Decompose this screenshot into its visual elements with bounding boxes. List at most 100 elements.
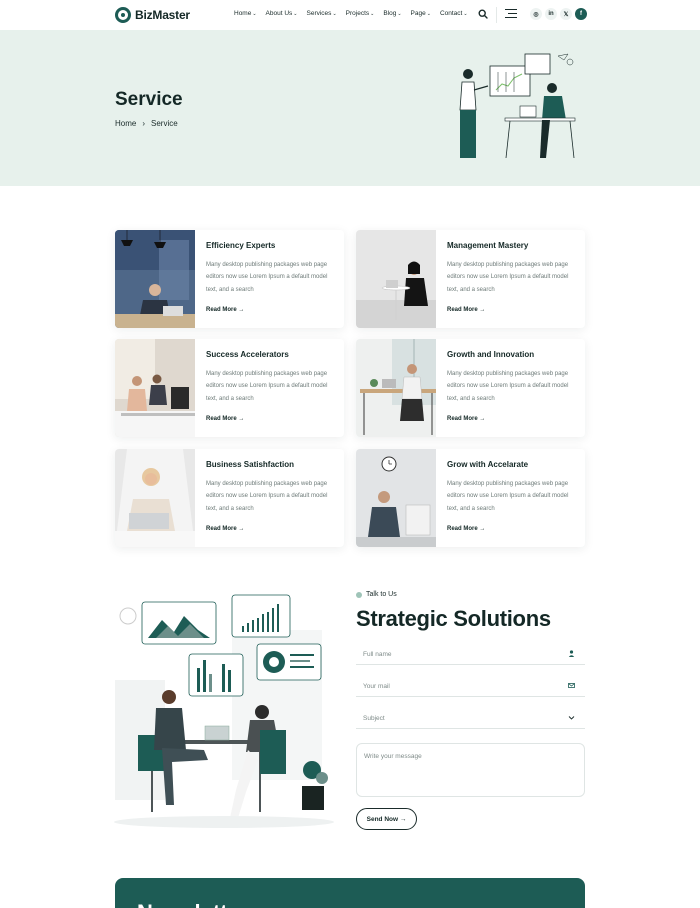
nav-label: Services bbox=[306, 10, 332, 17]
chevron-down-icon: ⌄ bbox=[397, 11, 402, 17]
subject-field bbox=[356, 707, 585, 729]
link-label: Read More bbox=[206, 307, 237, 313]
link-label: Read More bbox=[206, 416, 237, 422]
chevron-down-icon: ⌄ bbox=[252, 11, 257, 17]
service-title: Growth and Innovation bbox=[447, 350, 535, 359]
breadcrumb: Home › Service bbox=[115, 119, 178, 128]
main-nav: Home⌄ About Us⌄ Services⌄ Projects⌄ Blog… bbox=[234, 10, 468, 17]
hamburger-icon[interactable] bbox=[505, 9, 517, 19]
link-label: Read More bbox=[447, 526, 478, 532]
nav-label: Contact bbox=[439, 10, 463, 17]
nav-item-services[interactable]: Services⌄ bbox=[307, 10, 337, 17]
read-more-link[interactable]: Read More → bbox=[447, 307, 485, 313]
eyebrow-text: Talk to Us bbox=[366, 591, 397, 598]
breadcrumb-current: Service bbox=[151, 119, 178, 128]
service-card[interactable]: Business Satishfaction Many desktop publ… bbox=[115, 449, 344, 547]
subject-select[interactable] bbox=[356, 708, 585, 729]
arrow-right-icon: → bbox=[238, 307, 245, 313]
service-description: Many desktop publishing packages web pag… bbox=[447, 371, 569, 402]
read-more-link[interactable]: Read More → bbox=[206, 526, 244, 532]
nav-label: Home bbox=[234, 10, 252, 17]
service-description: Many desktop publishing packages web pag… bbox=[447, 262, 569, 293]
link-label: Read More bbox=[206, 526, 237, 532]
section-eyebrow: Talk to Us bbox=[356, 591, 397, 598]
service-card[interactable]: Efficiency Experts Many desktop publishi… bbox=[115, 230, 344, 328]
service-card[interactable]: Management Mastery Many desktop publishi… bbox=[356, 230, 585, 328]
user-icon bbox=[568, 650, 575, 657]
service-title: Success Accelerators bbox=[206, 350, 289, 359]
nav-label: About Us bbox=[265, 10, 293, 17]
service-description: Many desktop publishing packages web pag… bbox=[447, 481, 569, 512]
arrow-right-icon: → bbox=[479, 416, 486, 422]
service-title: Efficiency Experts bbox=[206, 241, 276, 250]
instagram-icon[interactable]: ◎ bbox=[530, 8, 542, 20]
full-name-field bbox=[356, 643, 585, 665]
message-field bbox=[356, 743, 585, 797]
service-title: Management Mastery bbox=[447, 241, 529, 250]
read-more-link[interactable]: Read More → bbox=[206, 307, 244, 313]
service-title: Business Satishfaction bbox=[206, 460, 295, 469]
read-more-link[interactable]: Read More → bbox=[447, 526, 485, 532]
newsletter-title: Newsletter bbox=[137, 900, 248, 908]
service-photo bbox=[356, 230, 436, 328]
chevron-down-icon: ⌄ bbox=[293, 11, 298, 17]
service-description: Many desktop publishing packages web pag… bbox=[206, 262, 328, 293]
read-more-link[interactable]: Read More → bbox=[206, 416, 244, 422]
brand-logo[interactable]: BizMaster bbox=[115, 7, 190, 23]
service-card[interactable]: Success Accelerators Many desktop publis… bbox=[115, 339, 344, 437]
chevron-down-icon: ⌄ bbox=[370, 11, 375, 17]
brand-name: BizMaster bbox=[135, 8, 190, 22]
service-photo bbox=[115, 449, 195, 547]
arrow-right-icon: → bbox=[238, 526, 245, 532]
mail-icon bbox=[568, 683, 575, 688]
meeting-illustration bbox=[114, 594, 334, 828]
service-title: Grow with Accelarate bbox=[447, 460, 529, 469]
email-input[interactable] bbox=[356, 676, 585, 697]
x-icon[interactable]: 𝕏 bbox=[560, 8, 572, 20]
nav-label: Blog bbox=[383, 10, 397, 17]
site-header: BizMaster Home⌄ About Us⌄ Services⌄ Proj… bbox=[0, 0, 700, 30]
nav-label: Projects bbox=[345, 10, 370, 17]
service-description: Many desktop publishing packages web pag… bbox=[206, 481, 328, 512]
page-hero: Service Home › Service bbox=[0, 30, 700, 186]
nav-item-projects[interactable]: Projects⌄ bbox=[346, 10, 375, 17]
service-photo bbox=[356, 449, 436, 547]
arrow-right-icon: → bbox=[479, 526, 486, 532]
service-card[interactable]: Growth and Innovation Many desktop publi… bbox=[356, 339, 585, 437]
service-photo bbox=[356, 339, 436, 437]
service-description: Many desktop publishing packages web pag… bbox=[206, 371, 328, 402]
nav-item-home[interactable]: Home⌄ bbox=[234, 10, 257, 17]
page-title: Service bbox=[115, 89, 183, 110]
service-photo bbox=[115, 339, 195, 437]
link-label: Read More bbox=[447, 307, 478, 313]
nav-item-page[interactable]: Page⌄ bbox=[411, 10, 431, 17]
email-field bbox=[356, 675, 585, 697]
hero-illustration bbox=[459, 53, 576, 159]
header-divider bbox=[496, 7, 497, 23]
service-photo bbox=[115, 230, 195, 328]
breadcrumb-separator: › bbox=[142, 119, 146, 128]
social-links: ◎ in 𝕏 f bbox=[530, 8, 587, 20]
read-more-link[interactable]: Read More → bbox=[447, 416, 485, 422]
send-now-button[interactable]: Send Now → bbox=[356, 808, 417, 830]
full-name-input[interactable] bbox=[356, 644, 585, 665]
search-icon[interactable] bbox=[478, 9, 488, 19]
chevron-down-icon: ⌄ bbox=[426, 11, 431, 17]
arrow-right-icon: → bbox=[238, 416, 245, 422]
chevron-down-icon: ⌄ bbox=[332, 11, 337, 17]
section-title: Strategic Solutions bbox=[356, 606, 551, 631]
newsletter-banner: Newsletter bbox=[115, 878, 585, 908]
chevron-down-icon bbox=[568, 716, 575, 720]
linkedin-icon[interactable]: in bbox=[545, 8, 557, 20]
facebook-icon[interactable]: f bbox=[575, 8, 587, 20]
nav-item-about[interactable]: About Us⌄ bbox=[266, 10, 298, 17]
breadcrumb-home[interactable]: Home bbox=[115, 119, 136, 128]
arrow-right-icon: → bbox=[479, 307, 486, 313]
message-input[interactable] bbox=[357, 744, 584, 796]
nav-item-blog[interactable]: Blog⌄ bbox=[383, 10, 401, 17]
leaf-icon bbox=[356, 591, 362, 598]
logo-icon bbox=[115, 7, 131, 23]
service-card[interactable]: Grow with Accelarate Many desktop publis… bbox=[356, 449, 585, 547]
nav-label: Page bbox=[410, 10, 426, 17]
nav-item-contact[interactable]: Contact⌄ bbox=[440, 10, 468, 17]
